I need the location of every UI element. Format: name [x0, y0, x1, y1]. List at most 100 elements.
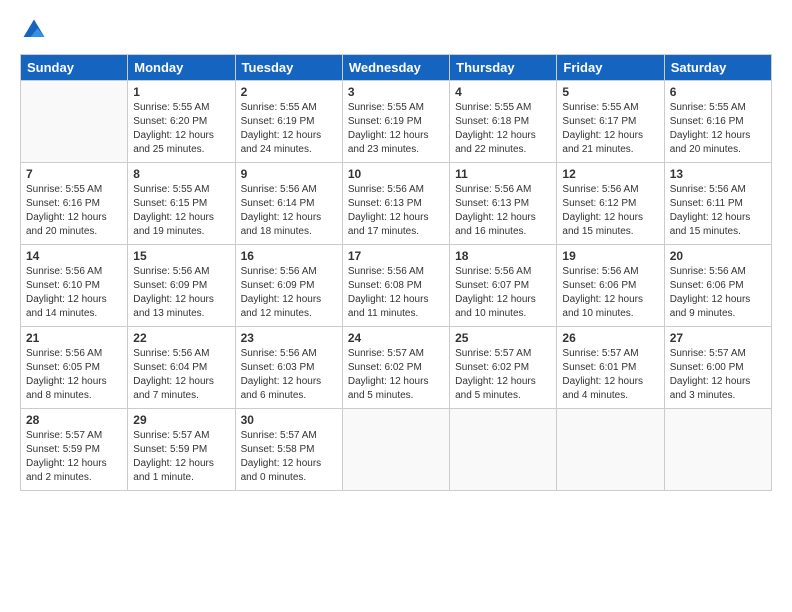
day-info: Sunrise: 5:55 AM Sunset: 6:20 PM Dayligh…	[133, 101, 229, 157]
day-info: Sunrise: 5:55 AM Sunset: 6:15 PM Dayligh…	[133, 183, 229, 239]
daylight-label: Daylight: 12 hours and 11 minutes.	[348, 294, 429, 319]
sunset-label: Sunset: 6:14 PM	[241, 198, 315, 209]
sunrise-label: Sunrise: 5:56 AM	[670, 266, 746, 277]
day-info: Sunrise: 5:55 AM Sunset: 6:19 PM Dayligh…	[348, 101, 444, 157]
day-number: 28	[26, 413, 122, 427]
sunset-label: Sunset: 5:59 PM	[26, 444, 100, 455]
sunrise-label: Sunrise: 5:56 AM	[455, 184, 531, 195]
sunset-label: Sunset: 6:15 PM	[133, 198, 207, 209]
daylight-label: Daylight: 12 hours and 17 minutes.	[348, 212, 429, 237]
day-cell: 1 Sunrise: 5:55 AM Sunset: 6:20 PM Dayli…	[128, 81, 235, 163]
day-number: 25	[455, 331, 551, 345]
calendar: SundayMondayTuesdayWednesdayThursdayFrid…	[20, 54, 772, 491]
daylight-label: Daylight: 12 hours and 5 minutes.	[455, 376, 536, 401]
day-info: Sunrise: 5:56 AM Sunset: 6:11 PM Dayligh…	[670, 183, 766, 239]
daylight-label: Daylight: 12 hours and 23 minutes.	[348, 130, 429, 155]
daylight-label: Daylight: 12 hours and 19 minutes.	[133, 212, 214, 237]
day-cell: 18 Sunrise: 5:56 AM Sunset: 6:07 PM Dayl…	[450, 245, 557, 327]
sunrise-label: Sunrise: 5:56 AM	[562, 184, 638, 195]
sunrise-label: Sunrise: 5:56 AM	[455, 266, 531, 277]
day-info: Sunrise: 5:56 AM Sunset: 6:14 PM Dayligh…	[241, 183, 337, 239]
sunrise-label: Sunrise: 5:55 AM	[241, 102, 317, 113]
daylight-label: Daylight: 12 hours and 7 minutes.	[133, 376, 214, 401]
day-cell: 17 Sunrise: 5:56 AM Sunset: 6:08 PM Dayl…	[342, 245, 449, 327]
day-cell	[557, 409, 664, 491]
sunset-label: Sunset: 6:04 PM	[133, 362, 207, 373]
weekday-header: Friday	[557, 55, 664, 81]
daylight-label: Daylight: 12 hours and 12 minutes.	[241, 294, 322, 319]
day-number: 4	[455, 85, 551, 99]
sunrise-label: Sunrise: 5:56 AM	[133, 348, 209, 359]
sunrise-label: Sunrise: 5:57 AM	[241, 430, 317, 441]
sunrise-label: Sunrise: 5:56 AM	[348, 266, 424, 277]
daylight-label: Daylight: 12 hours and 1 minute.	[133, 458, 214, 483]
sunrise-label: Sunrise: 5:57 AM	[348, 348, 424, 359]
day-info: Sunrise: 5:55 AM Sunset: 6:19 PM Dayligh…	[241, 101, 337, 157]
sunset-label: Sunset: 6:13 PM	[348, 198, 422, 209]
day-info: Sunrise: 5:56 AM Sunset: 6:07 PM Dayligh…	[455, 265, 551, 321]
day-number: 12	[562, 167, 658, 181]
week-row: 14 Sunrise: 5:56 AM Sunset: 6:10 PM Dayl…	[21, 245, 772, 327]
sunrise-label: Sunrise: 5:55 AM	[133, 184, 209, 195]
day-info: Sunrise: 5:57 AM Sunset: 6:02 PM Dayligh…	[348, 347, 444, 403]
day-cell: 3 Sunrise: 5:55 AM Sunset: 6:19 PM Dayli…	[342, 81, 449, 163]
daylight-label: Daylight: 12 hours and 15 minutes.	[562, 212, 643, 237]
sunrise-label: Sunrise: 5:56 AM	[26, 348, 102, 359]
weekday-header: Thursday	[450, 55, 557, 81]
day-cell: 27 Sunrise: 5:57 AM Sunset: 6:00 PM Dayl…	[664, 327, 771, 409]
day-number: 8	[133, 167, 229, 181]
sunset-label: Sunset: 6:12 PM	[562, 198, 636, 209]
sunrise-label: Sunrise: 5:55 AM	[455, 102, 531, 113]
weekday-header: Saturday	[664, 55, 771, 81]
day-cell: 14 Sunrise: 5:56 AM Sunset: 6:10 PM Dayl…	[21, 245, 128, 327]
weekday-header: Wednesday	[342, 55, 449, 81]
day-cell	[664, 409, 771, 491]
daylight-label: Daylight: 12 hours and 24 minutes.	[241, 130, 322, 155]
day-info: Sunrise: 5:57 AM Sunset: 6:02 PM Dayligh…	[455, 347, 551, 403]
daylight-label: Daylight: 12 hours and 21 minutes.	[562, 130, 643, 155]
sunrise-label: Sunrise: 5:56 AM	[348, 184, 424, 195]
daylight-label: Daylight: 12 hours and 4 minutes.	[562, 376, 643, 401]
daylight-label: Daylight: 12 hours and 0 minutes.	[241, 458, 322, 483]
sunset-label: Sunset: 6:16 PM	[26, 198, 100, 209]
day-info: Sunrise: 5:56 AM Sunset: 6:09 PM Dayligh…	[241, 265, 337, 321]
day-info: Sunrise: 5:56 AM Sunset: 6:05 PM Dayligh…	[26, 347, 122, 403]
day-cell: 12 Sunrise: 5:56 AM Sunset: 6:12 PM Dayl…	[557, 163, 664, 245]
day-info: Sunrise: 5:55 AM Sunset: 6:16 PM Dayligh…	[26, 183, 122, 239]
day-number: 18	[455, 249, 551, 263]
day-number: 26	[562, 331, 658, 345]
daylight-label: Daylight: 12 hours and 18 minutes.	[241, 212, 322, 237]
calendar-body: 1 Sunrise: 5:55 AM Sunset: 6:20 PM Dayli…	[21, 81, 772, 491]
day-cell: 22 Sunrise: 5:56 AM Sunset: 6:04 PM Dayl…	[128, 327, 235, 409]
day-number: 5	[562, 85, 658, 99]
day-cell: 24 Sunrise: 5:57 AM Sunset: 6:02 PM Dayl…	[342, 327, 449, 409]
day-info: Sunrise: 5:55 AM Sunset: 6:18 PM Dayligh…	[455, 101, 551, 157]
sunset-label: Sunset: 6:06 PM	[562, 280, 636, 291]
sunset-label: Sunset: 6:02 PM	[455, 362, 529, 373]
day-cell	[21, 81, 128, 163]
sunrise-label: Sunrise: 5:56 AM	[241, 266, 317, 277]
weekday-row: SundayMondayTuesdayWednesdayThursdayFrid…	[21, 55, 772, 81]
sunrise-label: Sunrise: 5:57 AM	[26, 430, 102, 441]
sunrise-label: Sunrise: 5:56 AM	[133, 266, 209, 277]
sunrise-label: Sunrise: 5:55 AM	[348, 102, 424, 113]
sunrise-label: Sunrise: 5:56 AM	[241, 184, 317, 195]
sunset-label: Sunset: 6:01 PM	[562, 362, 636, 373]
sunrise-label: Sunrise: 5:56 AM	[241, 348, 317, 359]
day-number: 7	[26, 167, 122, 181]
sunrise-label: Sunrise: 5:57 AM	[133, 430, 209, 441]
day-cell: 8 Sunrise: 5:55 AM Sunset: 6:15 PM Dayli…	[128, 163, 235, 245]
week-row: 28 Sunrise: 5:57 AM Sunset: 5:59 PM Dayl…	[21, 409, 772, 491]
sunset-label: Sunset: 6:19 PM	[241, 116, 315, 127]
sunset-label: Sunset: 6:07 PM	[455, 280, 529, 291]
day-info: Sunrise: 5:55 AM Sunset: 6:17 PM Dayligh…	[562, 101, 658, 157]
daylight-label: Daylight: 12 hours and 15 minutes.	[670, 212, 751, 237]
header	[20, 16, 772, 44]
day-number: 27	[670, 331, 766, 345]
sunrise-label: Sunrise: 5:56 AM	[562, 266, 638, 277]
daylight-label: Daylight: 12 hours and 20 minutes.	[26, 212, 107, 237]
sunrise-label: Sunrise: 5:57 AM	[455, 348, 531, 359]
day-info: Sunrise: 5:57 AM Sunset: 5:58 PM Dayligh…	[241, 429, 337, 485]
sunrise-label: Sunrise: 5:55 AM	[133, 102, 209, 113]
day-cell: 29 Sunrise: 5:57 AM Sunset: 5:59 PM Dayl…	[128, 409, 235, 491]
